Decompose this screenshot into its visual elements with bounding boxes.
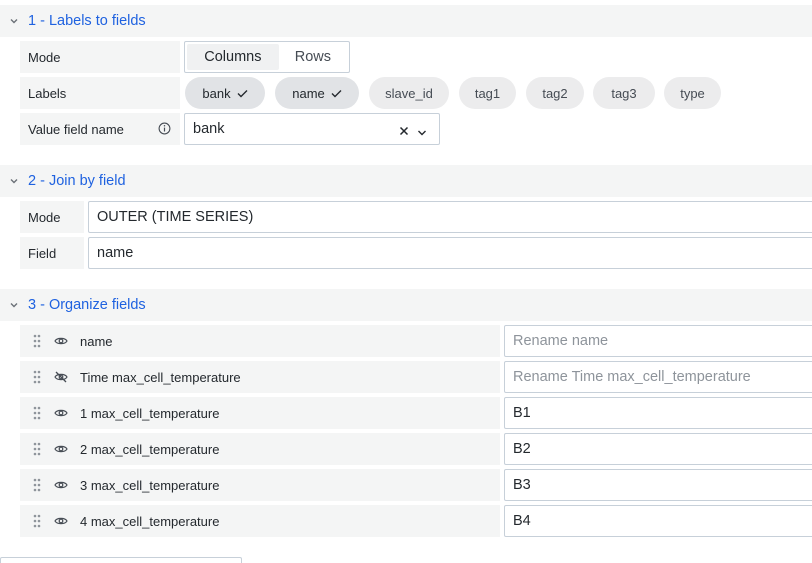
mode-option-rows[interactable]: Rows [279, 44, 347, 70]
field-name: name [80, 333, 113, 349]
drag-handle-icon[interactable] [20, 406, 54, 420]
join-field-label: Field [20, 237, 84, 269]
field-name: 1 max_cell_temperature [80, 405, 220, 421]
field-name: Time max_cell_temperature [80, 369, 241, 385]
join-mode-value: OUTER (TIME SERIES) [97, 209, 254, 225]
section-header-join-by-field[interactable]: 2 - Join by field [0, 165, 812, 197]
label-chip-bank[interactable]: bank [185, 77, 265, 109]
value-field-label: Value field name [20, 113, 180, 145]
section-title: 2 - Join by field [28, 173, 126, 189]
add-transformation-button[interactable] [0, 557, 242, 563]
value-field-value: bank [193, 121, 225, 137]
eye-icon[interactable] [54, 444, 76, 454]
rename-input[interactable]: B2 [504, 433, 812, 465]
field-row: 3 max_cell_temperature [20, 469, 500, 501]
eye-icon[interactable] [54, 480, 76, 490]
drag-handle-icon[interactable] [20, 442, 54, 456]
rename-value: B1 [513, 405, 531, 421]
field-row: Time max_cell_temperature [20, 361, 500, 393]
field-row: name [20, 325, 500, 357]
field-row: 4 max_cell_temperature [20, 505, 500, 537]
mode-option-columns[interactable]: Columns [187, 44, 279, 70]
rename-input[interactable]: B4 [504, 505, 812, 537]
rename-input[interactable]: Rename name [504, 325, 812, 357]
label-chip-tag1[interactable]: tag1 [459, 77, 516, 109]
chip-text: bank [202, 85, 231, 101]
chevron-down-icon[interactable] [417, 125, 427, 141]
eye-icon[interactable] [54, 408, 76, 418]
drag-handle-icon[interactable] [20, 370, 54, 384]
rename-input[interactable]: B1 [504, 397, 812, 429]
value-field-select[interactable]: bank [184, 113, 440, 145]
section-header-organize-fields[interactable]: 3 - Organize fields [0, 289, 812, 321]
rename-input[interactable]: B3 [504, 469, 812, 501]
chevron-down-icon[interactable] [0, 300, 28, 310]
eye-icon[interactable] [54, 516, 76, 526]
section-title: 3 - Organize fields [28, 297, 146, 313]
join-mode-select[interactable]: OUTER (TIME SERIES) [88, 201, 812, 233]
chevron-down-icon[interactable] [0, 16, 28, 26]
label-chip-name[interactable]: name [275, 77, 359, 109]
mode-radio-group: Columns Rows [184, 41, 350, 73]
label-chip-type[interactable]: type [664, 77, 721, 109]
rename-value: B3 [513, 477, 531, 493]
chip-text: name [292, 85, 325, 101]
join-field-value: name [97, 245, 134, 261]
rename-input[interactable]: Rename Time max_cell_temperature [504, 361, 812, 393]
section-title: 1 - Labels to fields [28, 13, 146, 29]
labels-label: Labels [20, 77, 180, 109]
rename-value: B4 [513, 513, 531, 529]
label-chip-tag3[interactable]: tag3 [593, 77, 655, 109]
close-icon[interactable] [399, 124, 409, 140]
eye-slash-icon[interactable] [54, 371, 76, 383]
field-name: 3 max_cell_temperature [80, 477, 220, 493]
join-mode-label: Mode [20, 201, 84, 233]
check-icon [237, 86, 248, 101]
rename-value: B2 [513, 441, 531, 457]
field-row: 2 max_cell_temperature [20, 433, 500, 465]
drag-handle-icon[interactable] [20, 478, 54, 492]
check-icon [331, 86, 342, 101]
mode-label: Mode [20, 41, 180, 73]
info-circle-icon[interactable] [158, 122, 171, 138]
drag-handle-icon[interactable] [20, 514, 54, 528]
chevron-down-icon[interactable] [0, 176, 28, 186]
section-header-labels-to-fields[interactable]: 1 - Labels to fields [0, 5, 812, 37]
label-chip-tag2[interactable]: tag2 [526, 77, 584, 109]
rename-placeholder: Rename name [513, 333, 609, 349]
eye-icon[interactable] [54, 336, 76, 346]
field-name: 2 max_cell_temperature [80, 441, 220, 457]
field-row: 1 max_cell_temperature [20, 397, 500, 429]
join-field-select[interactable]: name [88, 237, 812, 269]
label-chip-slave-id[interactable]: slave_id [369, 77, 449, 109]
rename-placeholder: Rename Time max_cell_temperature [513, 369, 751, 385]
field-name: 4 max_cell_temperature [80, 513, 220, 529]
drag-handle-icon[interactable] [20, 334, 54, 348]
